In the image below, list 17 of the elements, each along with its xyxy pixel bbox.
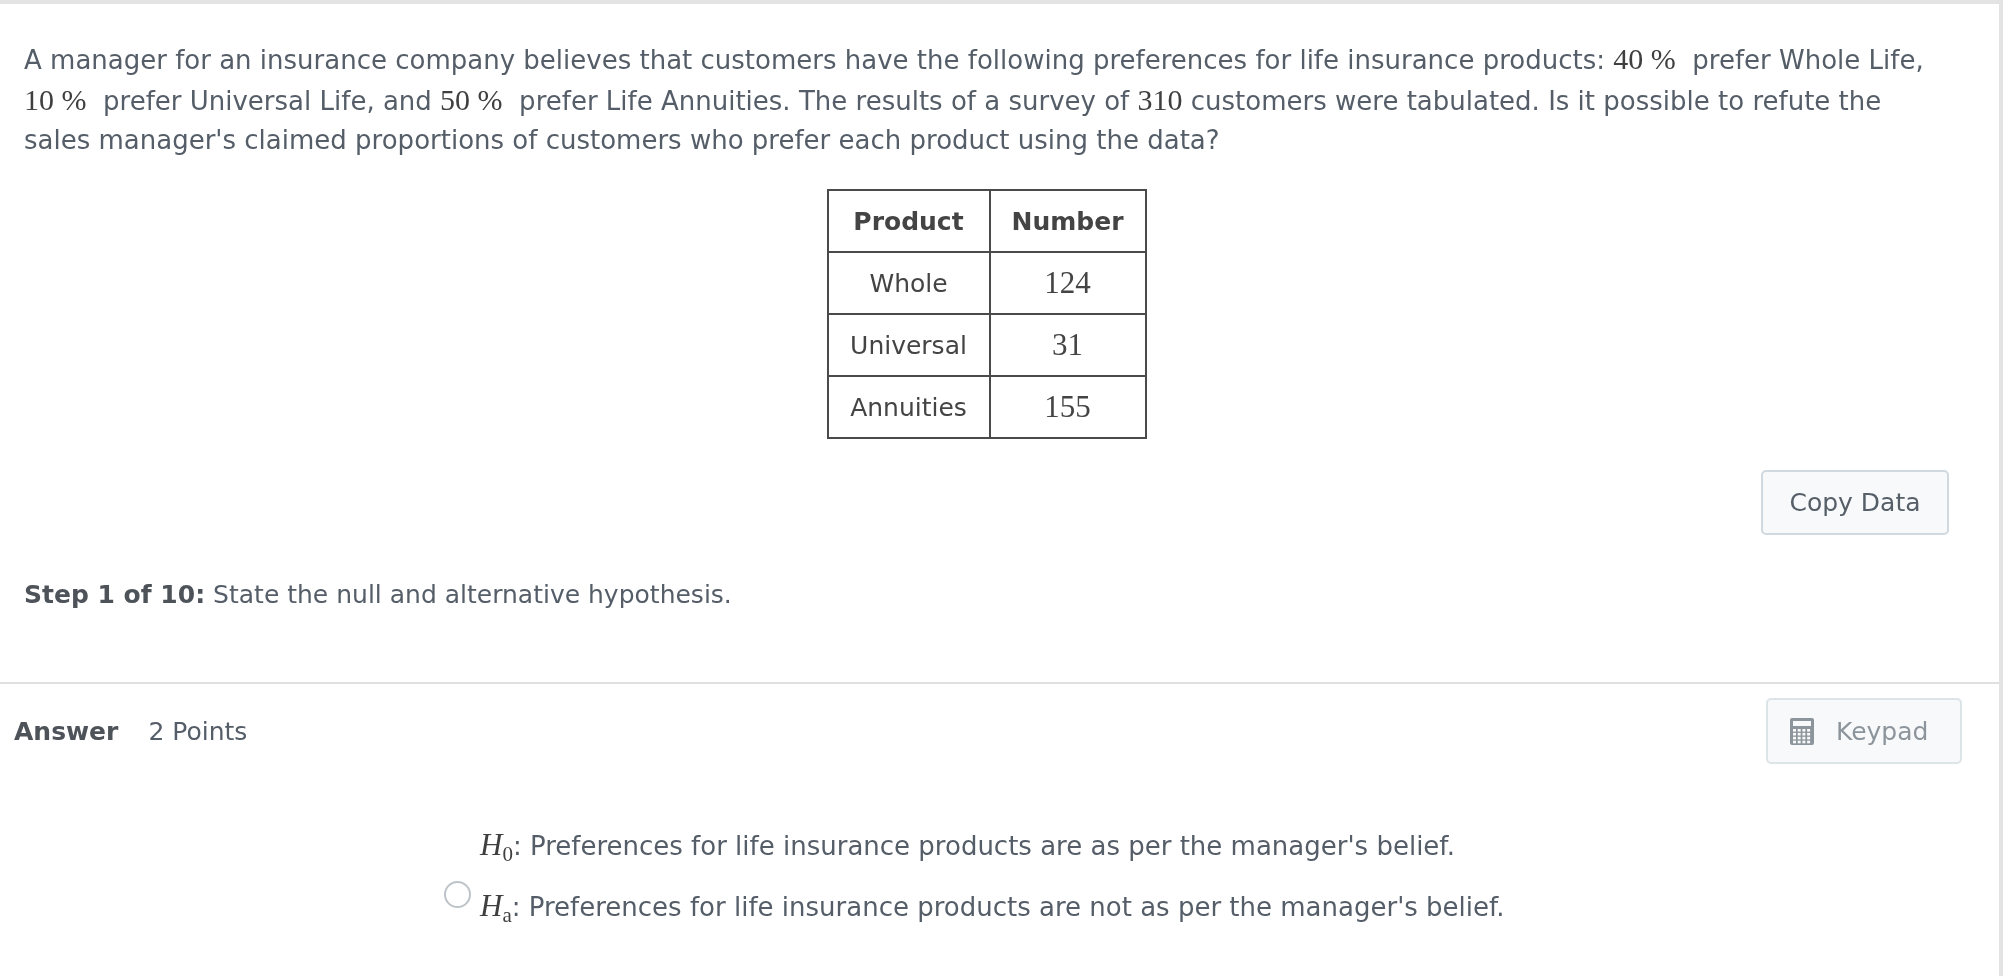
calculator-icon bbox=[1790, 717, 1814, 745]
points-label: 2 Points bbox=[148, 716, 248, 746]
table-header-cell: Product bbox=[827, 190, 990, 252]
table-cell: 31 bbox=[989, 314, 1146, 376]
question-text: A manager for an insurance company believes that customers have the following preferences for life insurance products: 40 % prefer Whole Life, 10 % prefer Universal Life, and 50 % prefer Life Annuities. The results of a survey of 310 customers were tabulated. Is it possible to refute the sales manager's claimed proportions of customers who prefer each product using the data? bbox=[24, 41, 1925, 157]
hypothesis-text: H$_{a}$: Preferences for life insurance products are not as per the manager's belief. bbox=[480, 887, 1505, 929]
table-header-cell: Number bbox=[989, 190, 1146, 252]
table-cell: 155 bbox=[989, 376, 1146, 438]
copy-data-button[interactable]: Copy Data bbox=[1761, 470, 1949, 535]
table-cell: Universal bbox=[827, 314, 990, 376]
table-cell: 124 bbox=[989, 252, 1146, 314]
step-instruction: Step 1 of 10: State the null and alternative hypothesis. bbox=[24, 579, 733, 611]
radio-button[interactable] bbox=[444, 880, 471, 908]
hypothesis-text: H$_{0}$: Preferences for life insurance products are as per the manager's belief. bbox=[480, 826, 1456, 868]
table-cell: Annuities bbox=[827, 376, 990, 438]
table-cell: Whole bbox=[827, 252, 990, 314]
answer-label: Answer bbox=[14, 716, 119, 746]
